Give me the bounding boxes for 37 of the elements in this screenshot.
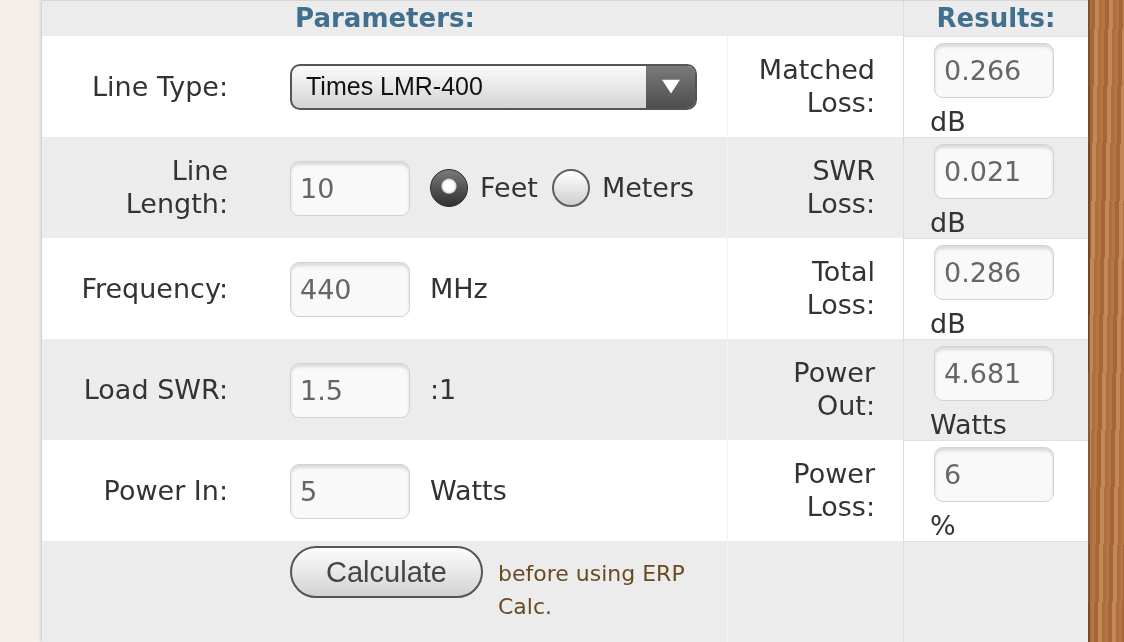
unit-label: % bbox=[930, 510, 956, 543]
field-label: Line Length: bbox=[124, 155, 228, 222]
radio-button[interactable] bbox=[551, 169, 590, 208]
result-label: Matched Loss: bbox=[757, 54, 875, 121]
result-label: Total Loss: bbox=[805, 256, 875, 323]
result-field[interactable]: 0.021 bbox=[934, 144, 1054, 199]
unit-label: dB bbox=[930, 207, 966, 240]
number-input[interactable]: 5 bbox=[290, 463, 410, 519]
number-input[interactable]: 440 bbox=[290, 261, 410, 317]
field-label: Line Type: bbox=[92, 70, 228, 104]
section-heading: Parameters: bbox=[295, 2, 475, 35]
result-field[interactable]: 0.286 bbox=[934, 245, 1054, 300]
calculate-button[interactable]: Calculate bbox=[290, 546, 483, 598]
result-field[interactable]: 6 bbox=[934, 447, 1054, 502]
section-heading: Results: bbox=[936, 2, 1056, 35]
field-label: Power In: bbox=[103, 474, 228, 508]
line-type-select[interactable]: Times LMR-400 bbox=[290, 64, 697, 111]
hint-text: before using ERP Calc. bbox=[498, 560, 686, 621]
unit-label: dB bbox=[930, 308, 966, 341]
number-input[interactable]: 10 bbox=[290, 160, 410, 216]
unit-label: Watts bbox=[930, 409, 1007, 442]
caret-icon[interactable] bbox=[646, 66, 695, 109]
result-label: Power Out: bbox=[792, 357, 875, 424]
field-label: Load SWR: bbox=[83, 373, 228, 407]
result-label: SWR Loss: bbox=[805, 155, 875, 222]
unit-label: Watts bbox=[430, 475, 507, 508]
radio-label[interactable]: Feet bbox=[480, 172, 538, 205]
field-label: Frequency: bbox=[81, 272, 228, 306]
unit-label: dB bbox=[930, 106, 966, 139]
radio-button[interactable] bbox=[430, 169, 468, 208]
result-label: Power Loss: bbox=[792, 458, 875, 525]
number-input[interactable]: 1.5 bbox=[290, 362, 410, 418]
radio-label[interactable]: Meters bbox=[601, 172, 695, 205]
result-field[interactable]: 0.266 bbox=[934, 43, 1054, 98]
unit-label: MHz bbox=[430, 273, 488, 306]
unit-label: :1 bbox=[430, 374, 457, 407]
result-field[interactable]: 4.681 bbox=[934, 346, 1054, 401]
